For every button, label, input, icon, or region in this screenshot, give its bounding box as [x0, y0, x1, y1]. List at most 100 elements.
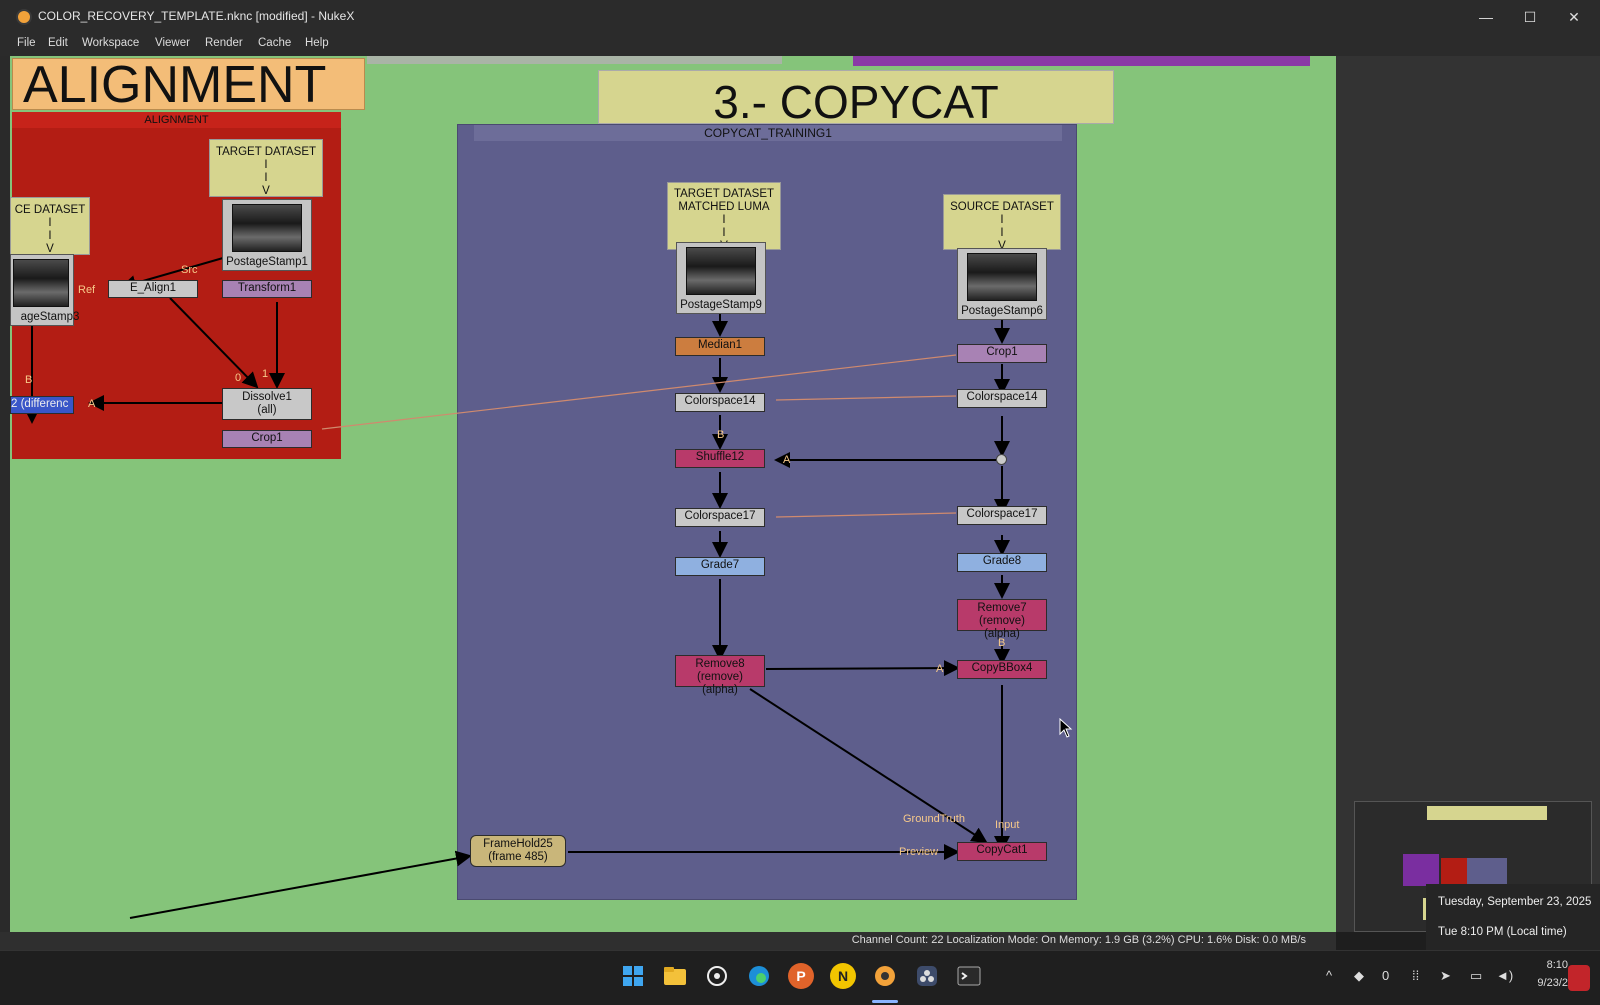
source-copycat-line-2: I [1000, 214, 1004, 226]
postage-stamp-3-label: ageStamp3 [20, 311, 80, 323]
minimap-title-block [1427, 806, 1547, 820]
tray-shield-icon[interactable]: ◆ [1354, 968, 1364, 984]
a-pin-shuffle: A [783, 454, 791, 466]
menu-bar: File Edit Workspace Viewer Render Cache … [0, 34, 1600, 56]
postage-stamp-9-label: PostageStamp9 [680, 299, 762, 311]
target-matched-line-3: I [722, 214, 726, 226]
menu-edit[interactable]: Edit [48, 37, 68, 49]
norton-icon[interactable]: N [830, 963, 856, 989]
tray-count: 0 [1382, 968, 1390, 983]
active-app-indicator [872, 1000, 898, 1003]
file-explorer-icon[interactable] [662, 963, 688, 989]
tray-grid-icon[interactable]: ⁞⁞ [1412, 968, 1419, 983]
chatgpt-icon[interactable] [704, 963, 730, 989]
tooltip-time: Tue 8:10 PM (Local time) [1438, 926, 1567, 938]
postage-stamp-6-label: PostageStamp6 [961, 305, 1043, 317]
tray-volume-icon[interactable]: ◄) [1496, 968, 1513, 983]
maximize-button[interactable]: ☐ [1510, 6, 1550, 28]
tray-network-icon[interactable]: ▭ [1470, 968, 1482, 984]
source-dataset-note[interactable]: CE DATASET I I V [10, 197, 90, 255]
dot-node[interactable] [996, 454, 1007, 465]
tray-location-icon[interactable]: ➤ [1440, 968, 1451, 984]
clock-time[interactable]: 8:10 [1528, 959, 1568, 971]
thumbnail-image [967, 253, 1037, 301]
menu-cache[interactable]: Cache [258, 37, 291, 49]
mouse-cursor-icon [1059, 718, 1073, 738]
remove7-node[interactable]: Remove7 (remove) (alpha) [957, 599, 1047, 640]
menu-viewer[interactable]: Viewer [155, 37, 190, 49]
postage-stamp-6[interactable]: PostageStamp6 [957, 248, 1047, 320]
status-bar: Channel Count: 22 Localization Mode: On … [0, 932, 1336, 950]
target-matched-line-4: I [722, 227, 726, 239]
window-title: COLOR_RECOVERY_TEMPLATE.nknc [modified] … [38, 9, 355, 23]
postage-stamp-1-label: PostageStamp1 [226, 256, 308, 268]
crop-node-alignment[interactable]: Crop1 [222, 430, 312, 448]
node-graph[interactable]: ALIGNMENT ALIGNMENT 3.- COPYCAT TRAINING… [10, 56, 1336, 932]
minimap-red-block [1441, 858, 1467, 886]
colorspace14-right[interactable]: Colorspace14 [957, 389, 1047, 408]
framehold-node[interactable]: FrameHold25 (frame 485) [470, 835, 566, 867]
windows-start-icon[interactable] [620, 963, 646, 989]
input-1-pin-label: 1 [262, 368, 269, 380]
target-matched-line-1: TARGET DATASET [673, 188, 775, 200]
clock-tooltip: Tuesday, September 23, 2025 Tue 8:10 PM … [1426, 884, 1600, 950]
crop-node-copycat[interactable]: Crop1 [957, 344, 1047, 363]
postage-stamp-1[interactable]: PostageStamp1 [222, 199, 312, 271]
input-0-pin-label: 0 [235, 372, 242, 384]
nuke-icon[interactable] [872, 963, 898, 989]
menu-render[interactable]: Render [205, 37, 243, 49]
terminal-icon[interactable] [956, 963, 982, 989]
dissolve-node[interactable]: Dissolve1 (all) [222, 388, 312, 420]
target-matched-note[interactable]: TARGET DATASET MATCHED LUMA I I V [667, 182, 781, 252]
colorspace14-left[interactable]: Colorspace14 [675, 393, 765, 412]
source-dataset-note-copycat[interactable]: SOURCE DATASET I I V [943, 194, 1061, 252]
source-note-line-2: I [48, 217, 52, 229]
davinci-icon[interactable] [914, 963, 940, 989]
postage-stamp-9[interactable]: PostageStamp9 [676, 242, 766, 314]
source-note-line-1: CE DATASET [14, 204, 86, 216]
target-dataset-note[interactable]: TARGET DATASET I I V [209, 139, 323, 197]
preview-pin: Preview [899, 846, 939, 858]
nuke-app-icon [16, 9, 32, 25]
target-matched-line-2: MATCHED LUMA [678, 201, 770, 213]
transform-node[interactable]: Transform1 [222, 280, 312, 298]
clock-date[interactable]: 9/23/2 [1528, 977, 1568, 989]
menu-help[interactable]: Help [305, 37, 329, 49]
merge-difference-node[interactable]: 2 (differenc [10, 396, 74, 414]
src-pin-label: Src [181, 264, 198, 276]
b-pin-shuffle: B [717, 429, 725, 441]
source-copycat-line-1: SOURCE DATASET [950, 201, 1054, 213]
postage-stamp-3[interactable]: ageStamp3 [10, 254, 79, 326]
left-panel-strip [0, 56, 10, 932]
b-pin-label: B [25, 374, 33, 386]
target-note-line-4: V [262, 185, 270, 197]
copycat-node[interactable]: CopyCat1 [957, 842, 1047, 861]
taskbar: P N ^ ◆ 0 ⁞⁞ ➤ ▭ ◄) 8:10 9/23/2 [0, 950, 1600, 1005]
target-note-line-3: I [264, 172, 268, 184]
notification-icon[interactable] [1568, 965, 1590, 991]
window-titlebar: COLOR_RECOVERY_TEMPLATE.nknc [modified] … [0, 0, 1600, 34]
thumbnail-image [232, 204, 302, 252]
thumbnail-image [13, 259, 69, 307]
colorspace17-right[interactable]: Colorspace17 [957, 506, 1047, 525]
remove8-node[interactable]: Remove8 (remove) (alpha) [675, 655, 765, 696]
thumbnail-image [686, 247, 756, 295]
close-button[interactable]: ✕ [1554, 6, 1594, 28]
menu-workspace[interactable]: Workspace [82, 37, 139, 49]
tray-chevron-icon[interactable]: ^ [1326, 968, 1332, 983]
edge-icon[interactable] [746, 963, 772, 989]
powerpoint-icon[interactable]: P [788, 963, 814, 989]
colorspace17-left[interactable]: Colorspace17 [675, 508, 765, 527]
copybbox-node[interactable]: CopyBBox4 [957, 660, 1047, 679]
source-note-line-3: I [48, 230, 52, 242]
grade8-node[interactable]: Grade8 [957, 553, 1047, 572]
shuffle-node[interactable]: Shuffle12 [675, 449, 765, 468]
grade7-node[interactable]: Grade7 [675, 557, 765, 576]
groundtruth-pin: GroundTruth [903, 813, 965, 825]
median-node[interactable]: Median1 [675, 337, 765, 356]
tooltip-date: Tuesday, September 23, 2025 [1438, 896, 1592, 908]
e-align-node[interactable]: E_Align1 [108, 280, 198, 298]
menu-file[interactable]: File [17, 37, 36, 49]
b-pin-copybbox: B [998, 637, 1006, 649]
minimize-button[interactable]: — [1466, 6, 1506, 28]
